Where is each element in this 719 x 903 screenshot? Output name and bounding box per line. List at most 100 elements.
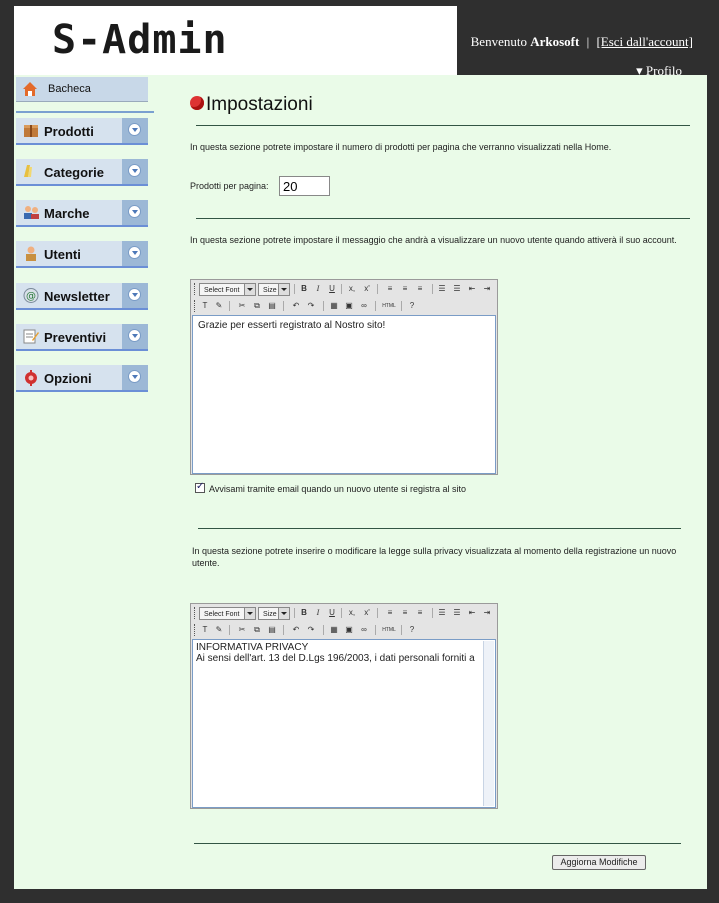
expand-button[interactable] bbox=[122, 283, 148, 308]
undo-icon[interactable]: ↶ bbox=[290, 624, 302, 636]
html-button[interactable]: HTML bbox=[380, 624, 398, 636]
divider bbox=[196, 125, 690, 126]
link-icon[interactable]: ∞ bbox=[358, 624, 370, 636]
svg-text:@: @ bbox=[26, 291, 36, 302]
underline-button[interactable]: U bbox=[326, 607, 338, 619]
html-button[interactable]: HTML bbox=[380, 300, 398, 312]
logo: S-Admin bbox=[52, 17, 228, 63]
align-center-icon[interactable]: ≡ bbox=[399, 607, 411, 619]
size-select[interactable]: Size bbox=[258, 283, 290, 296]
sidebar-item-utenti[interactable]: Utenti bbox=[16, 241, 148, 268]
user-bar: Benvenuto Arkosoft | [Esci dall'account]… bbox=[457, 6, 707, 78]
products-per-page-input[interactable] bbox=[279, 176, 330, 196]
font-select[interactable]: Select Font bbox=[199, 607, 256, 620]
numbered-list-icon[interactable]: ☰ bbox=[451, 607, 463, 619]
update-button[interactable]: Aggiorna Modifiche bbox=[552, 855, 646, 870]
link-icon[interactable]: ∞ bbox=[358, 300, 370, 312]
expand-button[interactable] bbox=[122, 365, 148, 390]
outdent-icon[interactable]: ⇤ bbox=[466, 283, 478, 295]
gear-icon bbox=[190, 95, 204, 110]
bullet-list-icon[interactable]: ☰ bbox=[436, 607, 448, 619]
sidebar-item-prodotti[interactable]: Prodotti bbox=[16, 118, 148, 145]
outdent-icon[interactable]: ⇤ bbox=[466, 607, 478, 619]
font-select[interactable]: Select Font bbox=[199, 283, 256, 296]
align-right-icon[interactable]: ≡ bbox=[414, 607, 426, 619]
copy-icon[interactable]: ⧉ bbox=[251, 300, 263, 312]
italic-button[interactable]: I bbox=[312, 607, 324, 619]
align-right-icon[interactable]: ≡ bbox=[414, 283, 426, 295]
profile-menu[interactable]: ▾ Profilo bbox=[636, 63, 682, 79]
help-icon[interactable]: ? bbox=[406, 300, 418, 312]
numbered-list-icon[interactable]: ☰ bbox=[451, 283, 463, 295]
table-icon[interactable]: ▦ bbox=[328, 300, 340, 312]
subscript-button[interactable]: x, bbox=[346, 283, 358, 295]
expand-button[interactable] bbox=[122, 118, 148, 143]
bullet-list-icon[interactable]: ☰ bbox=[436, 283, 448, 295]
folder-icon bbox=[24, 165, 32, 177]
table-icon[interactable]: ▦ bbox=[328, 624, 340, 636]
italic-button[interactable]: I bbox=[312, 283, 324, 295]
image-icon[interactable]: ▣ bbox=[343, 300, 355, 312]
image-icon[interactable]: ▣ bbox=[343, 624, 355, 636]
paste-icon[interactable]: ▤ bbox=[266, 624, 278, 636]
indent-icon[interactable]: ⇥ bbox=[481, 607, 493, 619]
sidebar-item-categorie[interactable]: Categorie bbox=[16, 159, 148, 186]
home-icon bbox=[23, 82, 37, 96]
scrollbar[interactable] bbox=[483, 641, 494, 806]
chevron-down-icon bbox=[128, 123, 141, 136]
box-icon bbox=[24, 125, 38, 137]
notify-checkbox-label: Avvisami tramite email quando un nuovo u… bbox=[209, 484, 466, 494]
text-color-icon[interactable]: T bbox=[199, 624, 211, 636]
divider bbox=[198, 528, 681, 529]
user-icon bbox=[26, 246, 36, 261]
logout-link[interactable]: [Esci dall'account] bbox=[596, 34, 693, 49]
indent-icon[interactable]: ⇥ bbox=[481, 283, 493, 295]
expand-button[interactable] bbox=[122, 241, 148, 266]
text-color-icon[interactable]: T bbox=[199, 300, 211, 312]
expand-button[interactable] bbox=[122, 200, 148, 225]
bold-button[interactable]: B bbox=[298, 283, 310, 295]
highlight-icon[interactable]: ✎ bbox=[213, 300, 225, 312]
sidebar bbox=[14, 75, 174, 889]
notify-checkbox[interactable] bbox=[195, 481, 205, 493]
welcome-message-textarea[interactable]: Grazie per esserti registrato al Nostro … bbox=[192, 315, 496, 474]
cut-icon[interactable]: ✂ bbox=[236, 624, 248, 636]
expand-button[interactable] bbox=[122, 159, 148, 184]
chevron-down-icon bbox=[128, 205, 141, 218]
cut-icon[interactable]: ✂ bbox=[236, 300, 248, 312]
chevron-down-icon bbox=[128, 329, 141, 342]
welcome-message-editor: Select Font Size B I U x, x' ≡ ≡ ≡ ☰ ☰ ⇤… bbox=[190, 279, 498, 475]
section-description: In questa sezione potrete impostare il n… bbox=[190, 142, 612, 152]
chevron-down-icon bbox=[128, 370, 141, 383]
sidebar-item-newsletter[interactable]: @ Newsletter bbox=[16, 283, 148, 310]
divider bbox=[196, 218, 690, 219]
undo-icon[interactable]: ↶ bbox=[290, 300, 302, 312]
sidebar-item-opzioni[interactable]: Opzioni bbox=[16, 365, 148, 392]
subscript-button[interactable]: x, bbox=[346, 607, 358, 619]
superscript-button[interactable]: x' bbox=[361, 283, 373, 295]
redo-icon[interactable]: ↷ bbox=[305, 300, 317, 312]
sidebar-item-label: Bacheca bbox=[48, 83, 91, 95]
editor-toolbar: T ✎ ✂ ⧉ ▤ ↶ ↷ ▦ ▣ ∞ HTML ? bbox=[192, 298, 496, 314]
highlight-icon[interactable]: ✎ bbox=[213, 624, 225, 636]
align-center-icon[interactable]: ≡ bbox=[399, 283, 411, 295]
align-left-icon[interactable]: ≡ bbox=[384, 283, 396, 295]
chevron-down-icon bbox=[128, 164, 141, 177]
bold-button[interactable]: B bbox=[298, 607, 310, 619]
section-description: In questa sezione potrete inserire o mod… bbox=[192, 546, 677, 568]
size-select[interactable]: Size bbox=[258, 607, 290, 620]
redo-icon[interactable]: ↷ bbox=[305, 624, 317, 636]
paste-icon[interactable]: ▤ bbox=[266, 300, 278, 312]
superscript-button[interactable]: x' bbox=[361, 607, 373, 619]
sidebar-item-marche[interactable]: Marche bbox=[16, 200, 148, 227]
underline-button[interactable]: U bbox=[326, 283, 338, 295]
copy-icon[interactable]: ⧉ bbox=[251, 624, 263, 636]
help-icon[interactable]: ? bbox=[406, 624, 418, 636]
align-left-icon[interactable]: ≡ bbox=[384, 607, 396, 619]
sidebar-item-preventivi[interactable]: Preventivi bbox=[16, 324, 148, 351]
privacy-editor: Select Font Size B I U x, x' ≡ ≡ ≡ ☰ ☰ ⇤… bbox=[190, 603, 498, 809]
expand-button[interactable] bbox=[122, 324, 148, 349]
users-icon bbox=[24, 206, 39, 219]
sidebar-item-bacheca[interactable]: Bacheca bbox=[16, 77, 148, 102]
privacy-textarea[interactable]: INFORMATIVA PRIVACY Ai sensi dell'art. 1… bbox=[192, 639, 496, 808]
